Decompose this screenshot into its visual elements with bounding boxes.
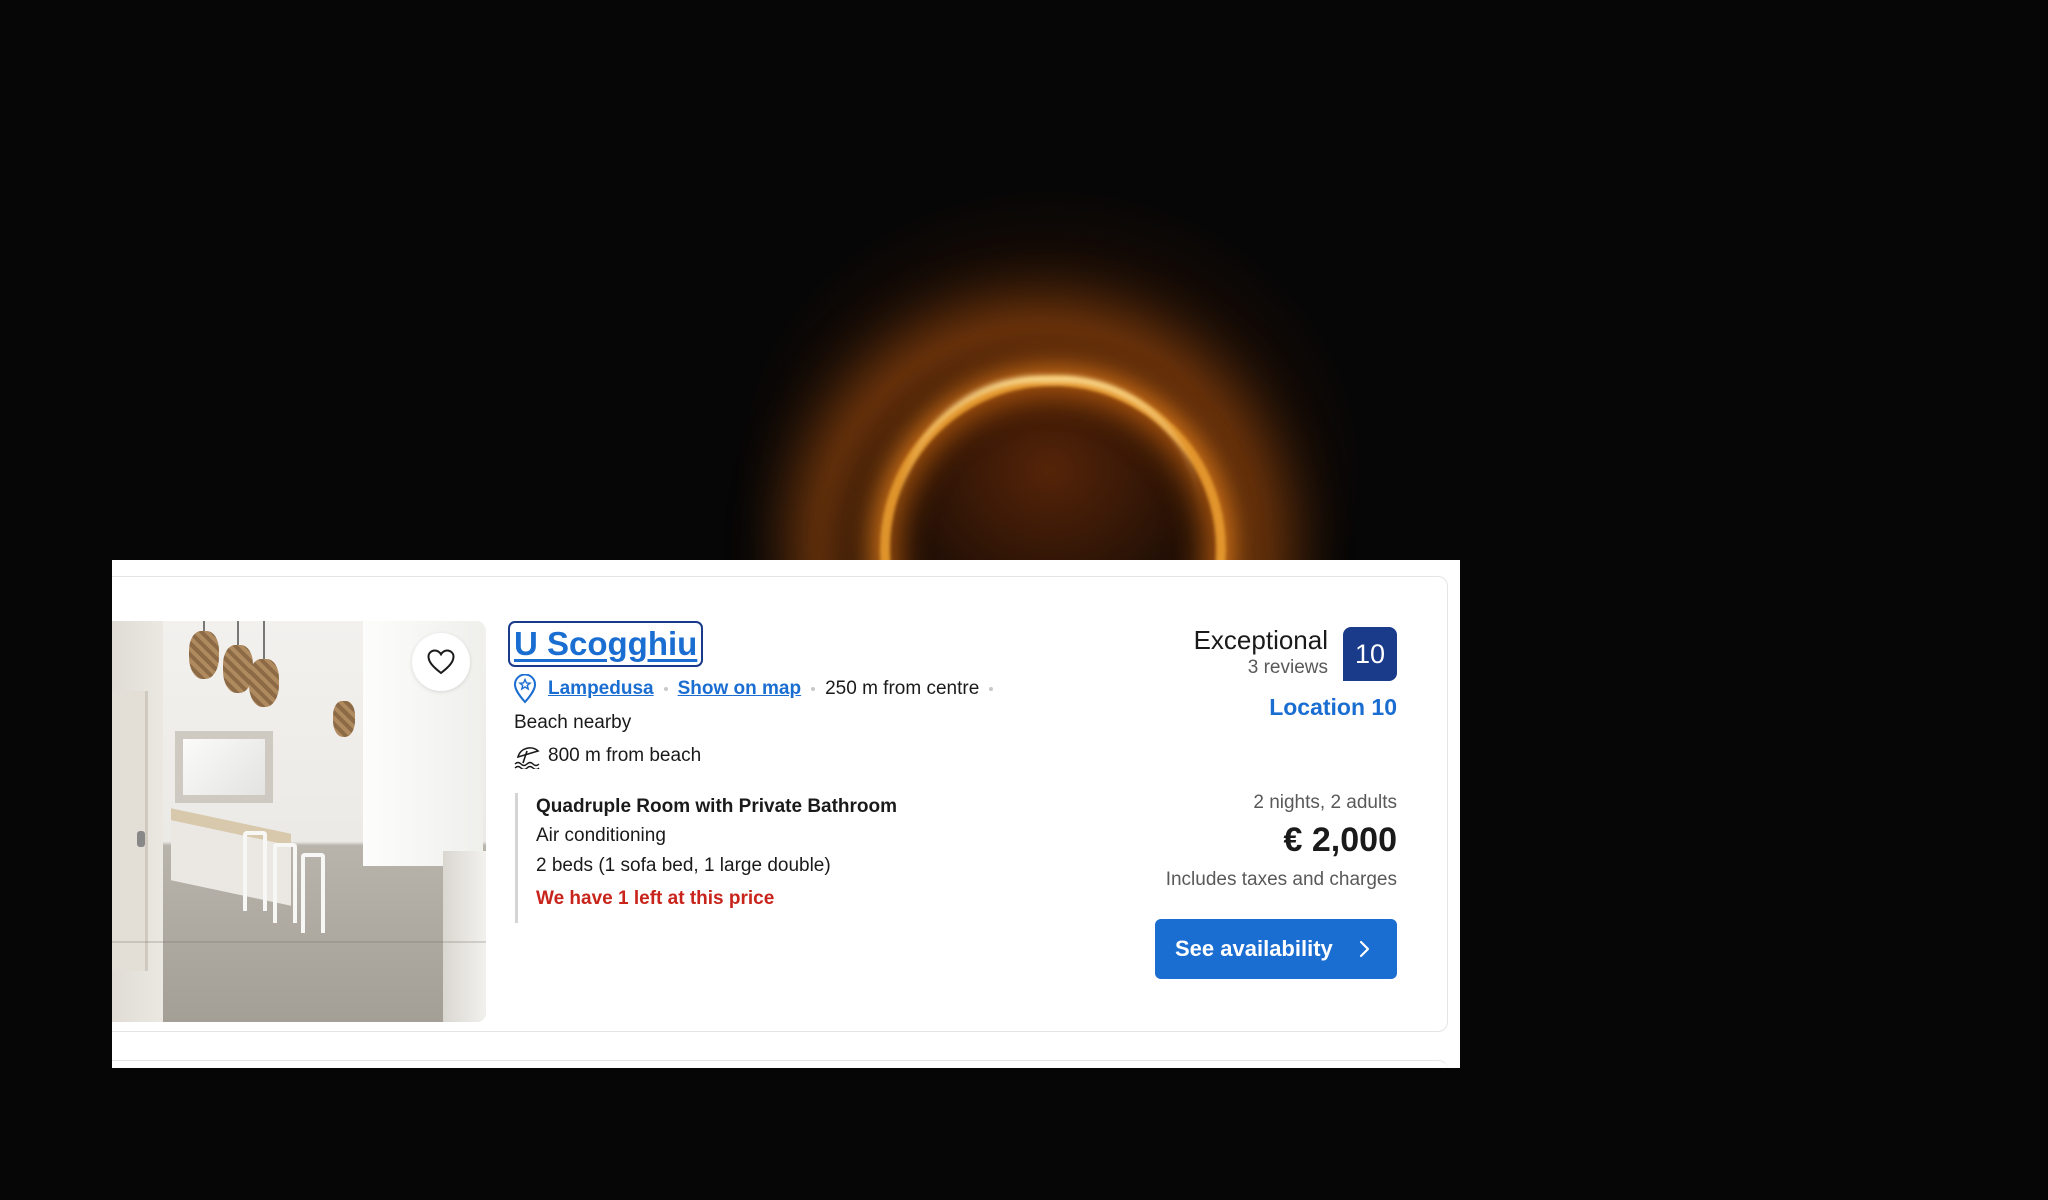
photo-pendant-lamp [189, 631, 219, 679]
photo-doorknob [137, 831, 145, 847]
stay-summary: 2 nights, 2 adults [1253, 792, 1397, 813]
next-property-card [112, 1060, 1448, 1068]
taxes-note: Includes taxes and charges [1165, 869, 1397, 890]
location-score: Location 10 [1269, 694, 1397, 720]
see-availability-button[interactable]: See availability [1155, 919, 1397, 979]
room-name: Quadruple Room with Private Bathroom [536, 796, 898, 817]
room-details: Quadruple Room with Private Bathroom Air… [515, 793, 985, 923]
photo-lamp-cord [263, 621, 265, 661]
photo-cabinet [443, 851, 486, 1022]
see-availability-label: See availability [1175, 936, 1333, 961]
search-results-panel: U Scogghiu Lampedusa Show on map 250 m f… [112, 560, 1460, 1068]
separator-dot [989, 687, 994, 691]
show-on-map-link[interactable]: Show on map [678, 678, 802, 700]
photo-floor [112, 941, 486, 943]
chevron-right-icon [1359, 940, 1369, 958]
room-amenity: Air conditioning [536, 825, 666, 846]
heart-outline-icon [427, 649, 455, 675]
photo-pendant-lamp [249, 659, 279, 707]
scarcity-message: We have 1 left at this price [536, 888, 775, 909]
property-title-link[interactable]: U Scogghiu [507, 621, 704, 667]
photo-stool [243, 831, 267, 911]
photo-pendant-lamp [333, 701, 355, 737]
location-row: Lampedusa Show on map 250 m from centre [512, 674, 994, 704]
separator-dot [811, 687, 816, 691]
property-photo[interactable] [112, 621, 486, 1022]
room-beds: 2 beds (1 sofa bed, 1 large double) [536, 855, 831, 876]
review-score-badge[interactable]: 10 [1343, 627, 1397, 681]
property-card: U Scogghiu Lampedusa Show on map 250 m f… [112, 576, 1448, 1032]
distance-from-centre: 250 m from centre [825, 678, 980, 699]
town-link[interactable]: Lampedusa [548, 678, 654, 700]
photo-stool [301, 853, 325, 933]
photo-stool [273, 843, 297, 923]
review-count[interactable]: 3 reviews [1248, 657, 1328, 679]
favorite-button[interactable] [412, 633, 470, 691]
photo-mirror [175, 731, 273, 803]
total-price: € 2,000 [1283, 821, 1397, 859]
beach-nearby-label: Beach nearby [514, 712, 632, 733]
beach-distance-row: 800 m from beach [514, 743, 701, 769]
beach-distance: 800 m from beach [548, 745, 702, 766]
beach-umbrella-icon [514, 747, 540, 769]
map-pin-icon [513, 674, 537, 704]
separator-dot [663, 687, 668, 691]
rating-label: Exceptional [1193, 625, 1328, 655]
